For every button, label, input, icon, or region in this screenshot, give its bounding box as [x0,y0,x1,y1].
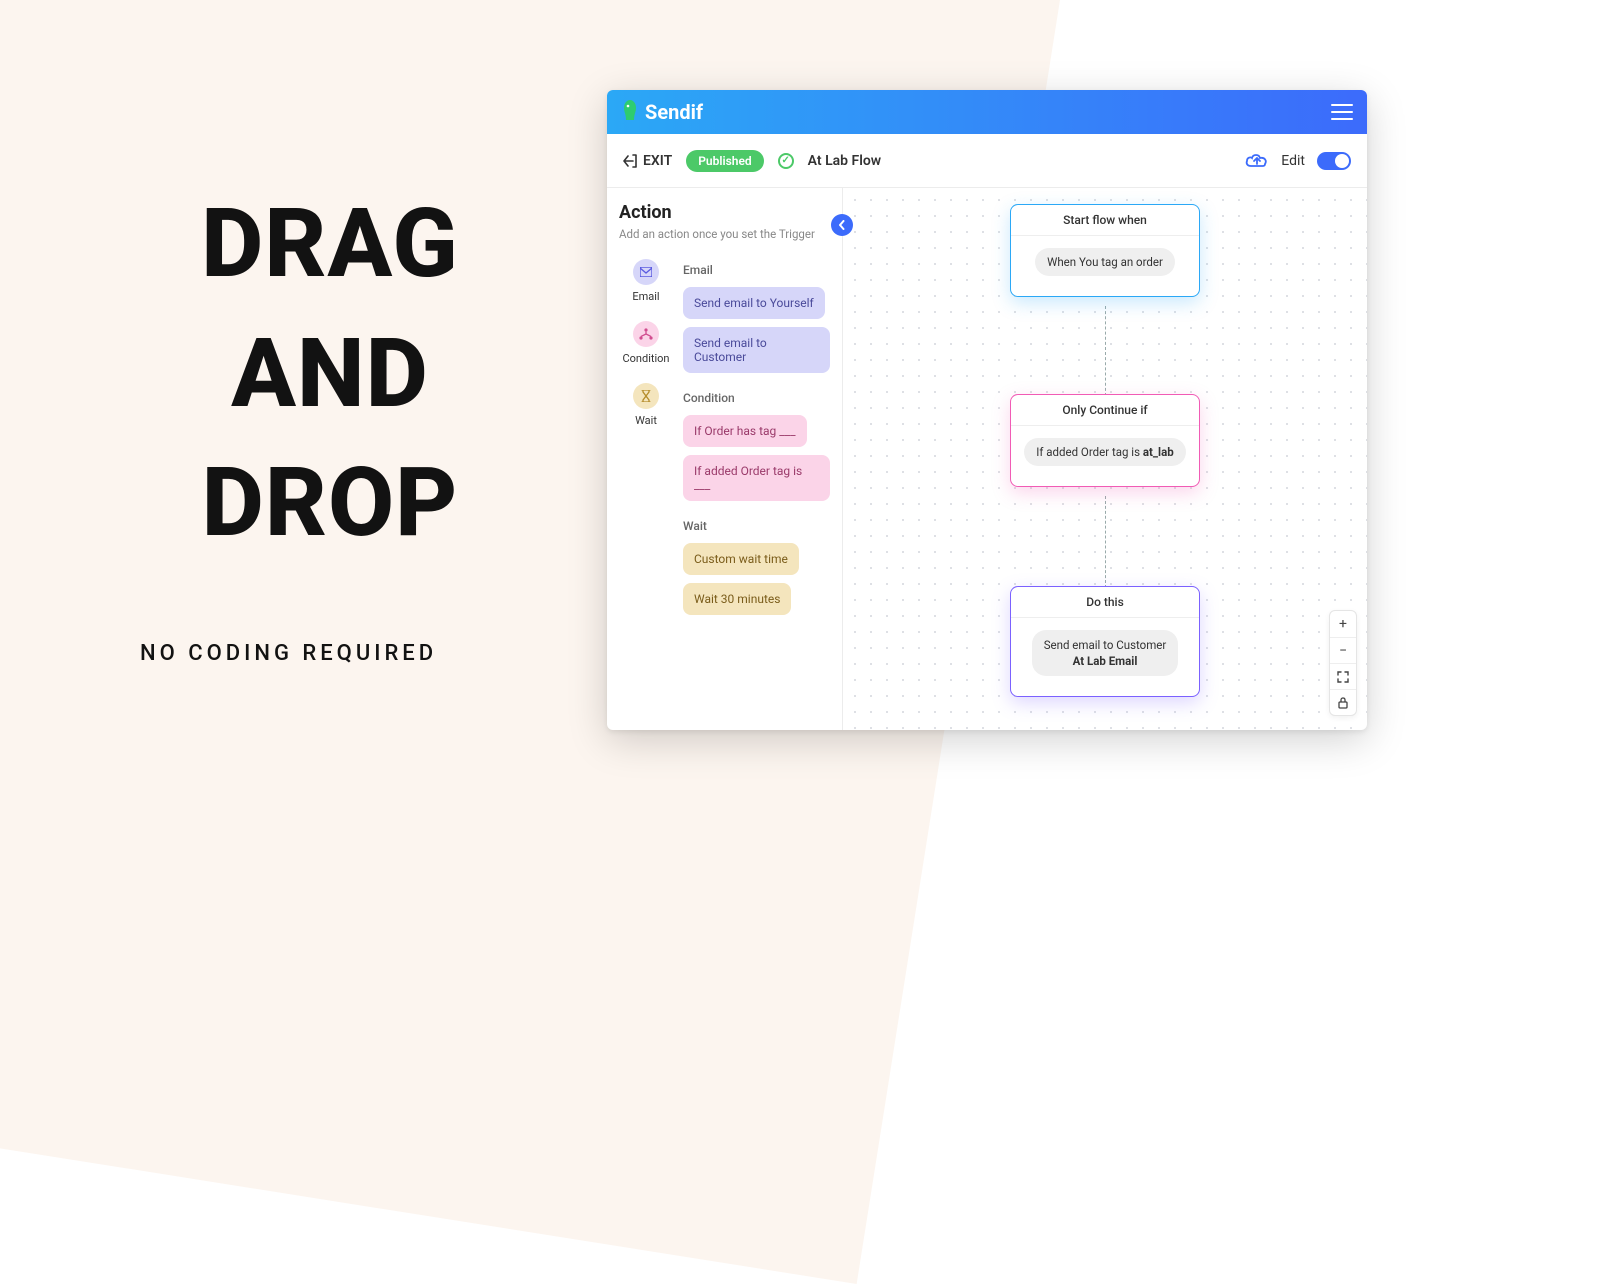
exit-button[interactable]: EXIT [623,153,672,169]
condition-icon [633,321,659,347]
edit-label: Edit [1281,153,1305,169]
node-condition[interactable]: Only Continue if If added Order tag is a… [1010,394,1200,487]
sidebar-tabs: Email Condition Wait [619,259,673,615]
zoom-out-button[interactable]: − [1330,637,1356,663]
email-icon [633,259,659,285]
tab-condition[interactable]: Condition [622,321,669,365]
cloud-sync-icon[interactable] [1245,152,1269,170]
group-label-email: Email [683,263,830,277]
node-action-header: Do this [1011,587,1199,618]
app-header: Sendif [607,90,1367,134]
action-added-order-tag[interactable]: If added Order tag is ___ [683,455,830,501]
action-send-email-self[interactable]: Send email to Yourself [683,287,825,319]
action-custom-wait[interactable]: Custom wait time [683,543,799,575]
tab-wait[interactable]: Wait [633,383,659,427]
hero-text-block: DRAG AND DROP NO CODING REQUIRED [140,180,520,666]
node-action-chip[interactable]: Send email to Customer At Lab Email [1032,630,1179,676]
lock-button[interactable] [1330,689,1356,715]
toolbar: EXIT Published ✓ At Lab Flow Edit [607,134,1367,188]
check-icon: ✓ [778,153,794,169]
chevron-left-icon [837,220,847,230]
brand[interactable]: Sendif [621,100,703,125]
hamburger-icon[interactable] [1331,104,1353,120]
canvas-controls: + − [1329,610,1357,716]
flow-name: At Lab Flow [808,153,881,169]
brand-logo-icon [621,100,639,125]
action-list: Email Send email to Yourself Send email … [683,259,830,615]
workspace: Action Add an action once you set the Tr… [607,188,1367,730]
action-order-has-tag[interactable]: If Order has tag ___ [683,415,807,447]
lock-icon [1338,697,1348,709]
node-trigger-chip[interactable]: When You tag an order [1035,248,1175,276]
sidebar-title: Action [619,202,830,223]
sidebar-collapse-button[interactable] [831,214,853,236]
node-action[interactable]: Do this Send email to Customer At Lab Em… [1010,586,1200,697]
brand-name: Sendif [645,100,703,124]
sidebar: Action Add an action once you set the Tr… [607,188,843,730]
connector-line [1105,496,1106,588]
node-trigger[interactable]: Start flow when When You tag an order [1010,204,1200,297]
sidebar-description: Add an action once you set the Trigger [619,227,830,241]
edit-toggle[interactable] [1317,152,1351,170]
action-wait-30-min[interactable]: Wait 30 minutes [683,583,791,615]
tab-email[interactable]: Email [632,259,659,303]
wait-icon [633,383,659,409]
expand-icon [1337,671,1349,683]
zoom-in-button[interactable]: + [1330,611,1356,637]
hero-heading: DRAG AND DROP [140,180,520,569]
app-window: Sendif EXIT Published ✓ At Lab Flow Edit… [607,90,1367,730]
node-condition-header: Only Continue if [1011,395,1199,426]
node-trigger-header: Start flow when [1011,205,1199,236]
group-label-condition: Condition [683,391,830,405]
connector-line [1105,306,1106,396]
exit-icon [623,154,637,168]
status-badge: Published [686,150,763,172]
group-label-wait: Wait [683,519,830,533]
hero-subtitle: NO CODING REQUIRED [140,641,520,666]
action-send-email-customer[interactable]: Send email to Customer [683,327,830,373]
fit-screen-button[interactable] [1330,663,1356,689]
node-condition-chip[interactable]: If added Order tag is at_lab [1024,438,1185,466]
flow-canvas[interactable]: Start flow when When You tag an order On… [843,188,1367,730]
